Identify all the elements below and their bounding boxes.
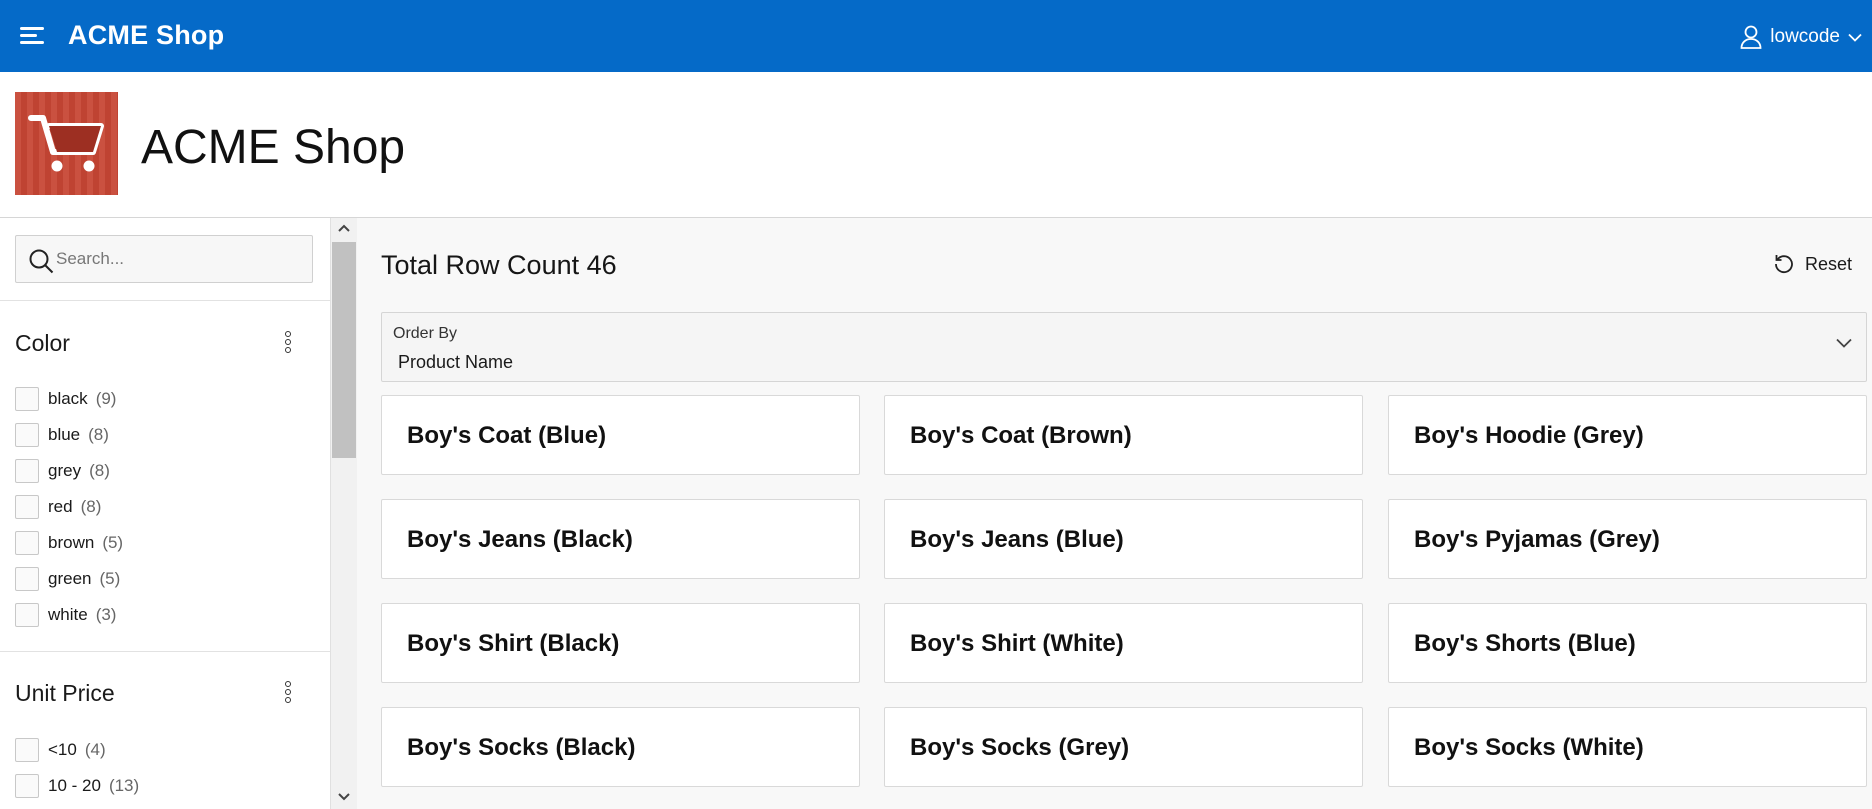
facet-option-10-20[interactable]: 10 - 20 (13) [15,774,139,798]
checkbox[interactable] [15,459,39,483]
product-card[interactable]: Boy's Shorts (Blue) [1388,603,1867,683]
facet-option-red[interactable]: red (8) [15,495,101,519]
reset-icon [1775,255,1793,274]
product-card[interactable]: Boy's Jeans (Black) [381,499,860,579]
product-name: Boy's Socks (Black) [407,734,636,761]
search-input[interactable] [56,244,296,274]
facet-option-label: black [48,389,88,408]
app-title[interactable]: ACME Shop [68,20,224,51]
facet-title-unit-price: Unit Price [15,680,115,706]
facet-option-count: (13) [108,776,140,795]
product-card[interactable]: Boy's Socks (Black) [381,707,860,787]
facet-actions-menu-icon[interactable] [278,327,298,357]
reset-button[interactable]: Reset [1773,250,1852,278]
page-title: ACME Shop [141,121,406,174]
product-card[interactable]: Boy's Coat (Blue) [381,395,860,475]
facet-option-count: (9) [95,389,117,408]
product-name: Boy's Socks (White) [1414,734,1644,761]
order-by-select[interactable]: Order By Product Name [381,312,1867,382]
facet-option-under-10[interactable]: <10 (4) [15,738,106,762]
scrollbar-thumb[interactable] [332,242,356,458]
facet-option-green[interactable]: green (5) [15,567,120,591]
checkbox[interactable] [15,738,39,762]
checkbox[interactable] [15,495,39,519]
facet-option-count: (8) [88,425,109,444]
checkbox[interactable] [15,423,39,447]
facet-option-count: (5) [99,569,121,588]
scroll-down-arrow-icon[interactable] [331,787,357,809]
product-card[interactable]: Boy's Shirt (Black) [381,603,860,683]
facet-option-count: (8) [89,461,110,480]
facet-option-blue[interactable]: blue (8) [15,423,109,447]
top-navigation-bar: ACME Shop lowcode [0,0,1872,72]
hero-region: ACME Shop [0,72,1872,218]
user-icon [1740,25,1762,49]
product-name: Boy's Coat (Brown) [910,422,1132,449]
checkbox[interactable] [15,567,39,591]
product-name: Boy's Pyjamas (Grey) [1414,526,1660,553]
product-name: Boy's Shirt (Black) [407,630,620,657]
product-card[interactable]: Boy's Socks (Grey) [884,707,1363,787]
search-icon [29,249,54,274]
product-name: Boy's Socks (Grey) [910,734,1130,761]
checkbox[interactable] [15,603,39,627]
product-card[interactable]: Boy's Coat (Brown) [884,395,1363,475]
facet-option-count: (4) [84,740,106,759]
facet-option-count: (8) [80,497,102,516]
facet-option-count: (3) [95,605,117,624]
product-name: Boy's Jeans (Blue) [910,526,1124,553]
divider [0,300,330,301]
search-results-region: Total Row Count 46 Reset Order By Produc… [357,218,1872,809]
faceted-search-sidebar: Color black (9) blue (8) grey (8) red (8… [0,218,331,809]
facet-title-color: Color [15,330,70,356]
reset-label: Reset [1804,253,1852,274]
product-name: Boy's Shirt (White) [910,630,1124,657]
facet-actions-menu-icon[interactable] [278,677,298,707]
facet-option-label: white [48,605,88,624]
shopping-cart-logo-icon [15,92,118,195]
order-by-value: Product Name [398,352,514,372]
facet-option-white[interactable]: white (3) [15,603,116,627]
facet-option-label: brown [48,533,95,552]
checkbox[interactable] [15,531,39,555]
facet-option-label: grey [48,461,82,480]
chevron-down-icon [1836,338,1852,348]
product-name: Boy's Jeans (Black) [407,526,633,553]
product-name: Boy's Hoodie (Grey) [1414,422,1644,449]
chevron-down-icon [1848,33,1862,42]
product-card[interactable]: Boy's Hoodie (Grey) [1388,395,1867,475]
product-card[interactable]: Boy's Shirt (White) [884,603,1363,683]
product-card[interactable]: Boy's Socks (White) [1388,707,1867,787]
facet-option-black[interactable]: black (9) [15,387,116,411]
scroll-up-arrow-icon[interactable] [331,218,357,240]
facet-option-label: 10 - 20 [48,776,101,795]
hamburger-menu-icon[interactable] [20,25,46,47]
facet-option-grey[interactable]: grey (8) [15,459,110,483]
product-card[interactable]: Boy's Pyjamas (Grey) [1388,499,1867,579]
facet-option-brown[interactable]: brown (5) [15,531,123,555]
total-row-count: Total Row Count 46 [381,250,617,280]
search-field[interactable] [15,235,313,283]
order-by-label: Order By [393,325,458,342]
facet-option-label: red [48,497,73,516]
checkbox[interactable] [15,774,39,798]
checkbox[interactable] [15,387,39,411]
sidebar-scrollbar[interactable] [331,218,357,809]
product-card[interactable]: Boy's Jeans (Blue) [884,499,1363,579]
username-label: lowcode [1770,26,1840,47]
facet-option-count: (5) [102,533,124,552]
user-menu[interactable]: lowcode [1740,22,1862,52]
facet-option-label: blue [48,425,81,444]
divider [0,651,330,652]
product-name: Boy's Shorts (Blue) [1414,630,1636,657]
facet-option-label: green [48,569,92,588]
product-name: Boy's Coat (Blue) [407,422,607,449]
facet-option-label: <10 [48,740,77,759]
